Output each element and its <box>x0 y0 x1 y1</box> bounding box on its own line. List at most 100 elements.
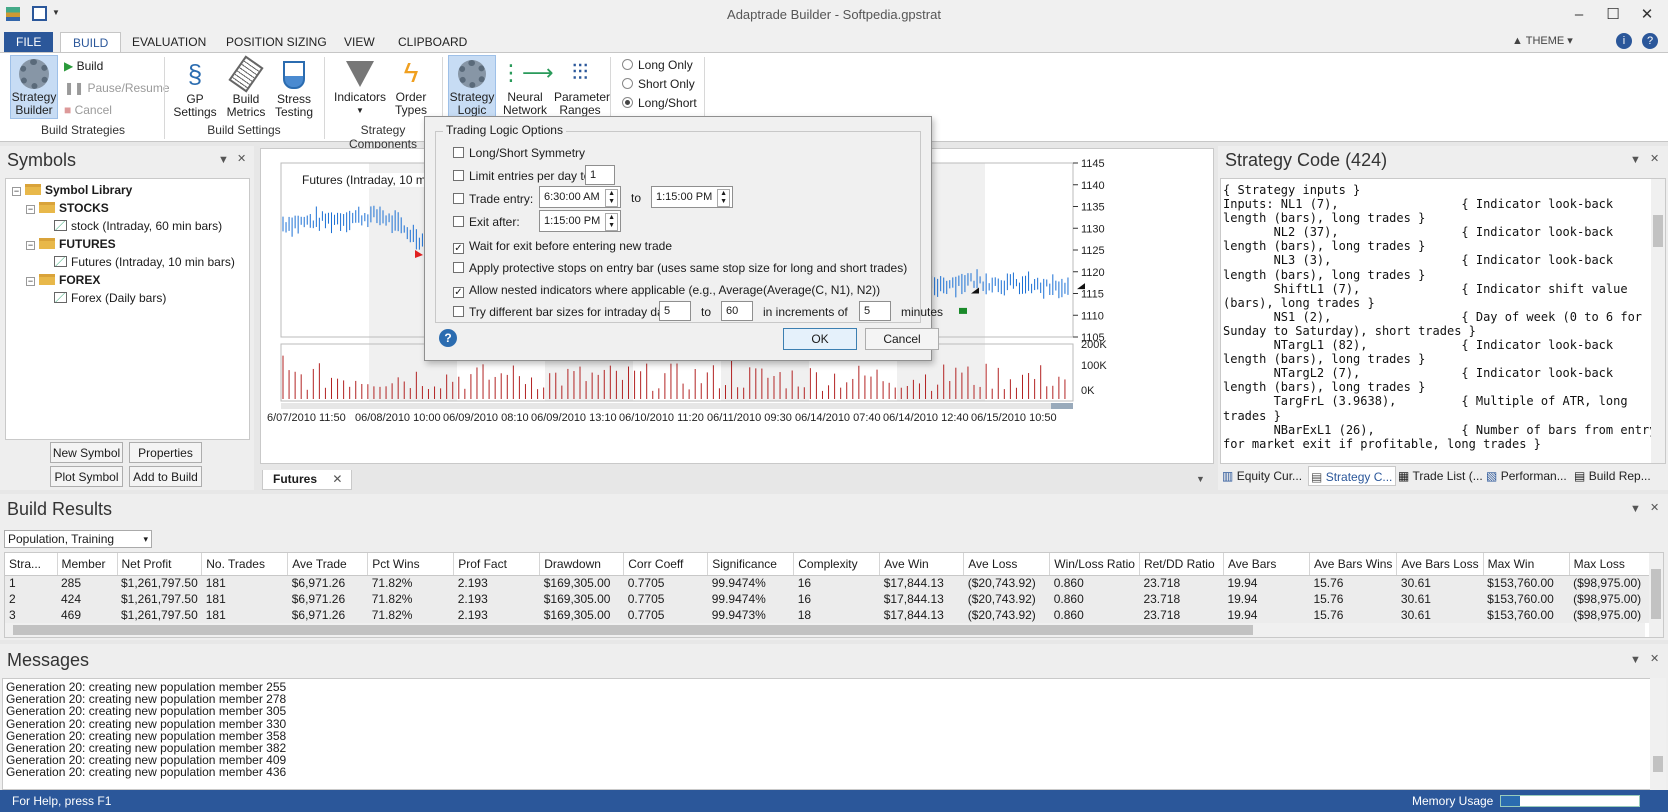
scrollbar-thumb[interactable] <box>1651 569 1661 619</box>
spinner-arrows-icon[interactable]: ▲ ▼ <box>605 189 618 207</box>
scrollbar-thumb[interactable] <box>13 625 1253 635</box>
tab-build[interactable]: BUILD <box>60 32 122 52</box>
column-header[interactable]: Stra... <box>5 553 58 576</box>
column-header[interactable]: Ave Bars Wins <box>1309 553 1398 576</box>
panel-menu-icon[interactable]: ▼ <box>218 154 229 166</box>
bar-size-to-input[interactable]: 60 <box>721 301 753 321</box>
trade-entry-from-input[interactable]: 6:30:00 AM ▲ ▼ <box>539 186 621 208</box>
panel-close-icon[interactable]: ✕ <box>1650 652 1659 665</box>
tab-file[interactable]: FILE <box>4 32 54 52</box>
new-symbol-button[interactable]: New Symbol <box>50 442 123 463</box>
long-short-symmetry-checkbox[interactable]: Long/Short Symmetry <box>453 146 585 160</box>
long-short-radio[interactable]: Long/Short <box>622 96 697 110</box>
gp-settings-button[interactable]: § GP Settings <box>170 55 220 119</box>
panel-menu-icon[interactable]: ▼ <box>1630 154 1641 166</box>
column-header[interactable]: Corr Coeff <box>623 553 709 576</box>
column-header[interactable]: Ave Trade <box>287 553 369 576</box>
trade-entry-checkbox[interactable]: Trade entry: <box>453 192 533 206</box>
panel-close-icon[interactable]: ✕ <box>1650 501 1659 514</box>
messages-scrollbar[interactable] <box>1650 678 1666 790</box>
panel-menu-icon[interactable]: ▼ <box>1630 503 1641 515</box>
column-header[interactable]: Net Profit <box>117 553 203 576</box>
tree-node-forex[interactable]: − FOREX <box>12 271 249 289</box>
tab-view[interactable]: VIEW <box>332 32 387 52</box>
strategy-code-view[interactable]: { Strategy inputs } Inputs: NL1 (7), { I… <box>1220 178 1666 464</box>
tree-node-futures[interactable]: − FUTURES <box>12 235 249 253</box>
limit-entries-checkbox[interactable]: Limit entries per day to <box>453 169 590 183</box>
info-icon[interactable]: i <box>1616 33 1632 49</box>
tab-strategy-code[interactable]: ▤ Strategy C... <box>1308 466 1396 486</box>
strategy-logic-button[interactable]: Strategy Logic <box>448 55 496 119</box>
maximize-icon[interactable]: ☐ <box>1600 4 1626 26</box>
close-icon[interactable]: ✕ <box>1634 4 1660 26</box>
column-header[interactable]: Max Loss <box>1569 553 1650 576</box>
table-row[interactable]: 2 424 $1,261,797.50 181 $6,971.26 71.82% 2.193… <box>5 591 1650 607</box>
column-header[interactable]: Ave Win <box>879 553 965 576</box>
results-grid[interactable]: Stra... Member Net Profit No. Trades Ave Tra… <box>4 552 1664 638</box>
scrollbar-thumb[interactable] <box>1653 756 1663 772</box>
tree-node-stocks[interactable]: − STOCKS <box>12 199 249 217</box>
grid-vertical-scrollbar[interactable] <box>1649 553 1663 637</box>
tree-item-futures[interactable]: Futures (Intraday, 10 min bars) <box>12 253 249 271</box>
column-header[interactable]: Max Win <box>1483 553 1570 576</box>
grid-horizontal-scrollbar[interactable] <box>5 623 1645 637</box>
tab-clipboard[interactable]: CLIPBOARD <box>386 32 479 52</box>
stress-testing-button[interactable]: Stress Testing <box>272 55 316 119</box>
add-to-build-button[interactable]: Add to Build <box>129 466 202 487</box>
messages-log[interactable]: Generation 20: creating new population m… <box>2 678 1666 790</box>
ok-button[interactable]: OK <box>783 328 857 350</box>
table-row[interactable]: 1 285 $1,261,797.50 181 $6,971.26 71.82% 2.193… <box>5 575 1650 591</box>
limit-entries-input[interactable]: 1 <box>585 165 615 185</box>
minimize-icon[interactable]: – <box>1566 4 1592 26</box>
exit-after-input[interactable]: 1:15:00 PM ▲ ▼ <box>539 210 621 232</box>
protective-stops-checkbox[interactable]: Apply protective stops on entry bar (use… <box>453 261 907 275</box>
chart-tab-close-icon[interactable]: ✕ <box>332 472 342 486</box>
tab-trade-list[interactable]: ▦ Trade List (... <box>1396 466 1484 486</box>
column-header[interactable]: Pct Wins <box>367 553 455 576</box>
scrollbar-thumb[interactable] <box>1653 215 1663 247</box>
properties-button[interactable]: Properties <box>129 442 202 463</box>
tree-node-library[interactable]: − Symbol Library <box>12 181 249 199</box>
indicators-button[interactable]: Indicators ▼ <box>332 55 388 119</box>
bar-size-from-input[interactable]: 5 <box>659 301 691 321</box>
chart-tab-futures[interactable]: Futures ✕ <box>262 470 352 490</box>
column-header[interactable]: Member <box>57 553 118 576</box>
increment-input[interactable]: 5 <box>859 301 891 321</box>
column-header[interactable]: No. Trades <box>201 553 289 576</box>
column-header[interactable]: Ave Bars <box>1223 553 1310 576</box>
long-only-radio[interactable]: Long Only <box>622 58 693 72</box>
parameter-ranges-button[interactable]: ⫶⫶⫶ Parameter Ranges <box>554 55 610 119</box>
cancel-build-button[interactable]: ■ Cancel <box>64 103 112 117</box>
population-dropdown[interactable]: Population, Training ▾ <box>4 530 152 548</box>
panel-close-icon[interactable]: ✕ <box>1650 152 1659 165</box>
nested-indicators-checkbox[interactable]: ✓ Allow nested indicators where applicabl… <box>453 283 880 298</box>
column-header[interactable]: Ret/DD Ratio <box>1139 553 1224 576</box>
collapse-icon[interactable]: − <box>26 205 35 214</box>
wait-for-exit-checkbox[interactable]: ✓ Wait for exit before entering new trade <box>453 239 672 254</box>
collapse-icon[interactable]: − <box>26 277 35 286</box>
exit-after-checkbox[interactable]: Exit after: <box>453 215 520 229</box>
column-header[interactable]: Win/Loss Ratio <box>1049 553 1140 576</box>
tab-evaluation[interactable]: EVALUATION <box>120 32 218 52</box>
collapse-icon[interactable]: − <box>12 187 21 196</box>
column-header[interactable]: Drawdown <box>539 553 625 576</box>
order-types-button[interactable]: ϟ Order Types <box>390 55 432 119</box>
help-icon[interactable]: ? <box>1642 33 1658 49</box>
panel-close-icon[interactable]: ✕ <box>237 152 246 165</box>
column-header[interactable]: Ave Loss <box>963 553 1051 576</box>
strategy-builder-button[interactable]: Strategy Builder <box>10 55 58 119</box>
column-header[interactable]: Prof Fact <box>453 553 541 576</box>
tab-performance[interactable]: ▧ Performan... <box>1484 466 1572 486</box>
build-metrics-button[interactable]: Build Metrics <box>224 55 268 119</box>
panel-menu-icon[interactable]: ▼ <box>1630 654 1641 666</box>
dialog-cancel-button[interactable]: Cancel <box>865 328 939 350</box>
build-button[interactable]: ▶ Build <box>64 59 103 73</box>
table-row[interactable]: 3 469 $1,261,797.50 181 $6,971.26 71.82% 2.193… <box>5 607 1650 623</box>
tree-item-forex[interactable]: Forex (Daily bars) <box>12 289 249 307</box>
column-header[interactable]: Significance <box>707 553 795 576</box>
short-only-radio[interactable]: Short Only <box>622 77 695 91</box>
tab-build-report[interactable]: ▤ Build Rep... <box>1572 466 1660 486</box>
code-scrollbar[interactable] <box>1651 179 1665 463</box>
spinner-arrows-icon[interactable]: ▲ ▼ <box>605 213 618 231</box>
trade-entry-to-input[interactable]: 1:15:00 PM ▲ ▼ <box>651 186 733 208</box>
